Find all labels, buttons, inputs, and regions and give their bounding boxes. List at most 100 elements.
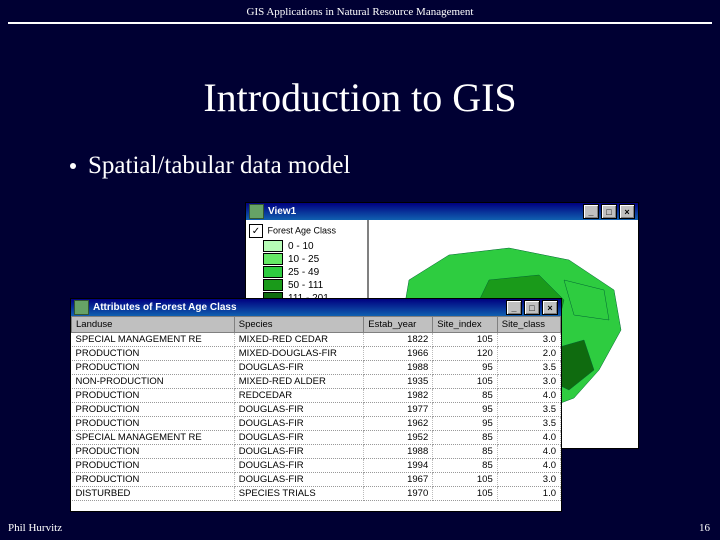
minimize-button[interactable]: _ [583, 204, 599, 219]
table-cell: MIXED-DOUGLAS-FIR [234, 347, 364, 361]
table-cell: MIXED-RED CEDAR [234, 333, 364, 347]
legend-class-row[interactable]: 0 - 10 [263, 240, 364, 252]
attributes-titlebar[interactable]: Attributes of Forest Age Class _ □ × [71, 299, 561, 316]
table-cell: 85 [433, 389, 498, 403]
column-header[interactable]: Site_index [433, 317, 498, 333]
legend-class-row[interactable]: 25 - 49 [263, 266, 364, 278]
table-row[interactable]: NON-PRODUCTIONMIXED-RED ALDER19351053.0 [72, 375, 561, 389]
maximize-button[interactable]: □ [601, 204, 617, 219]
table-cell: DISTURBED [72, 487, 235, 501]
table-row[interactable]: PRODUCTIONMIXED-DOUGLAS-FIR19661202.0 [72, 347, 561, 361]
table-cell: PRODUCTION [72, 403, 235, 417]
table-cell: 1952 [364, 431, 433, 445]
table-cell: PRODUCTION [72, 417, 235, 431]
table-cell: 105 [433, 333, 498, 347]
legend-class-row[interactable]: 50 - 111 [263, 279, 364, 291]
legend-title: Forest Age Class [268, 226, 337, 236]
table-cell: 1977 [364, 403, 433, 417]
map-window-icon [249, 204, 264, 219]
table-cell: 105 [433, 487, 498, 501]
table-window-icon [74, 300, 89, 315]
legend-class-label: 10 - 25 [288, 254, 319, 265]
table-row[interactable]: SPECIAL MANAGEMENT REMIXED-RED CEDAR1822… [72, 333, 561, 347]
table-cell: 2.0 [497, 347, 560, 361]
table-cell: 1994 [364, 459, 433, 473]
table-row[interactable]: PRODUCTIONDOUGLAS-FIR1988854.0 [72, 445, 561, 459]
column-header[interactable]: Landuse [72, 317, 235, 333]
minimize-button[interactable]: _ [506, 300, 522, 315]
close-button[interactable]: × [619, 204, 635, 219]
table-cell: DOUGLAS-FIR [234, 361, 364, 375]
table-cell: 105 [433, 375, 498, 389]
table-cell: 1970 [364, 487, 433, 501]
legend-swatch [263, 266, 283, 278]
table-cell: 4.0 [497, 431, 560, 445]
layer-visibility-checkbox[interactable]: ✓ [249, 224, 263, 238]
legend-class-row[interactable]: 10 - 25 [263, 253, 364, 265]
table-cell: 3.5 [497, 403, 560, 417]
table-cell: 120 [433, 347, 498, 361]
table-row[interactable]: PRODUCTIONDOUGLAS-FIR1988953.5 [72, 361, 561, 375]
table-cell: 1822 [364, 333, 433, 347]
footer-author: Phil Hurvitz [8, 522, 62, 534]
close-button[interactable]: × [542, 300, 558, 315]
table-cell: DOUGLAS-FIR [234, 431, 364, 445]
table-cell: DOUGLAS-FIR [234, 459, 364, 473]
table-cell: 1.0 [497, 487, 560, 501]
footer-page-number: 16 [699, 522, 710, 534]
column-header[interactable]: Species [234, 317, 364, 333]
table-cell: 1988 [364, 445, 433, 459]
table-cell: 3.5 [497, 417, 560, 431]
table-row[interactable]: PRODUCTIONDOUGLAS-FIR1994854.0 [72, 459, 561, 473]
table-cell: 105 [433, 473, 498, 487]
table-cell: PRODUCTION [72, 347, 235, 361]
column-header[interactable]: Site_class [497, 317, 560, 333]
legend-class-label: 0 - 10 [288, 241, 314, 252]
table-cell: 95 [433, 361, 498, 375]
bullet-dot-icon [70, 163, 76, 169]
legend-class-label: 25 - 49 [288, 267, 319, 278]
table-cell: DOUGLAS-FIR [234, 473, 364, 487]
header-text: GIS Applications in Natural Resource Man… [0, 6, 720, 18]
table-cell: DOUGLAS-FIR [234, 417, 364, 431]
table-cell: 4.0 [497, 459, 560, 473]
header-divider [8, 22, 712, 24]
table-row[interactable]: PRODUCTIONDOUGLAS-FIR1977953.5 [72, 403, 561, 417]
table-cell: 95 [433, 403, 498, 417]
attributes-table-container[interactable]: LanduseSpeciesEstab_yearSite_indexSite_c… [71, 316, 561, 511]
table-cell: MIXED-RED ALDER [234, 375, 364, 389]
table-row[interactable]: DISTURBEDSPECIES TRIALS19701051.0 [72, 487, 561, 501]
legend-swatch [263, 279, 283, 291]
table-cell: 85 [433, 431, 498, 445]
table-cell: REDCEDAR [234, 389, 364, 403]
table-cell: 1982 [364, 389, 433, 403]
attributes-title: Attributes of Forest Age Class [93, 302, 237, 313]
table-cell: 1966 [364, 347, 433, 361]
table-row[interactable]: PRODUCTIONDOUGLAS-FIR1962953.5 [72, 417, 561, 431]
table-row[interactable]: PRODUCTIONDOUGLAS-FIR19671053.0 [72, 473, 561, 487]
table-cell: DOUGLAS-FIR [234, 403, 364, 417]
map-view-titlebar[interactable]: View1 _ □ × [246, 203, 638, 220]
table-cell: PRODUCTION [72, 459, 235, 473]
legend-swatch [263, 253, 283, 265]
table-cell: NON-PRODUCTION [72, 375, 235, 389]
table-cell: PRODUCTION [72, 473, 235, 487]
legend-class-label: 50 - 111 [288, 280, 323, 291]
bullet-item: Spatial/tabular data model [70, 152, 350, 180]
table-cell: 4.0 [497, 445, 560, 459]
table-row[interactable]: SPECIAL MANAGEMENT REDOUGLAS-FIR1952854.… [72, 431, 561, 445]
table-row[interactable]: PRODUCTIONREDCEDAR1982854.0 [72, 389, 561, 403]
table-cell: 4.0 [497, 389, 560, 403]
table-cell: DOUGLAS-FIR [234, 445, 364, 459]
table-cell: PRODUCTION [72, 389, 235, 403]
table-cell: 1962 [364, 417, 433, 431]
slide-title: Introduction to GIS [0, 74, 720, 121]
table-cell: 1967 [364, 473, 433, 487]
map-view-title: View1 [268, 206, 296, 217]
table-cell: 3.5 [497, 361, 560, 375]
table-cell: SPECIES TRIALS [234, 487, 364, 501]
column-header[interactable]: Estab_year [364, 317, 433, 333]
table-cell: 1935 [364, 375, 433, 389]
table-cell: 85 [433, 459, 498, 473]
maximize-button[interactable]: □ [524, 300, 540, 315]
